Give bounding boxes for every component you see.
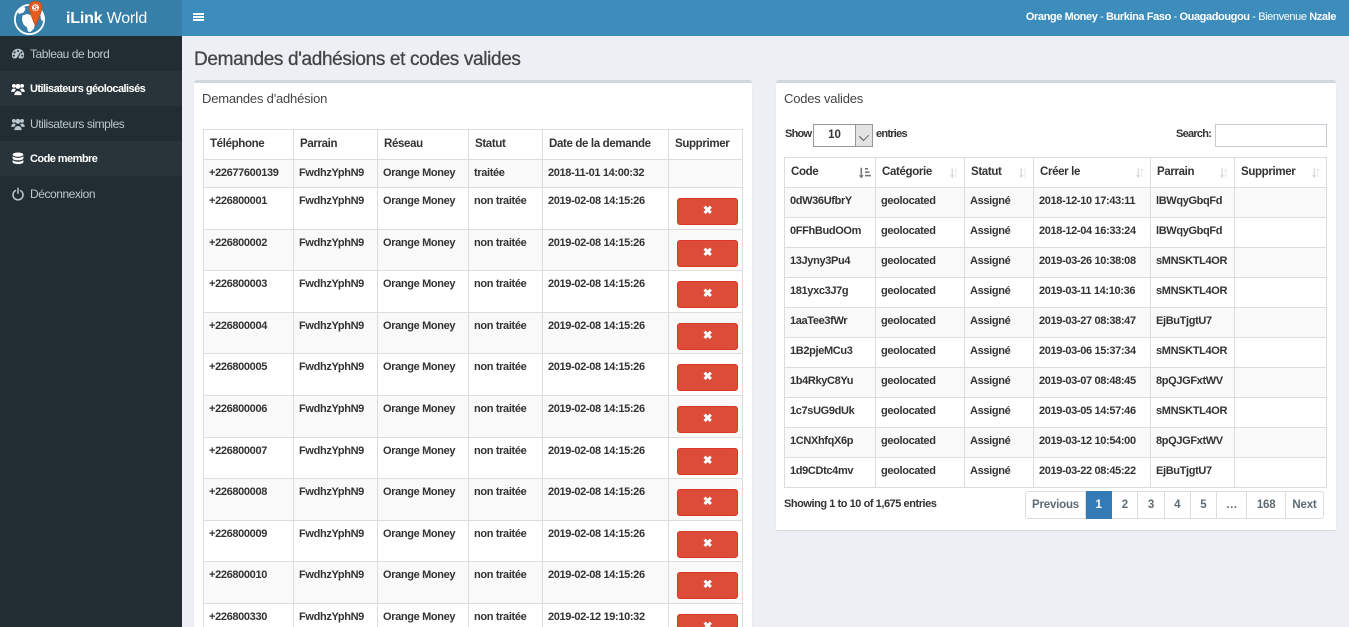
svg-text:S: S: [33, 5, 38, 12]
